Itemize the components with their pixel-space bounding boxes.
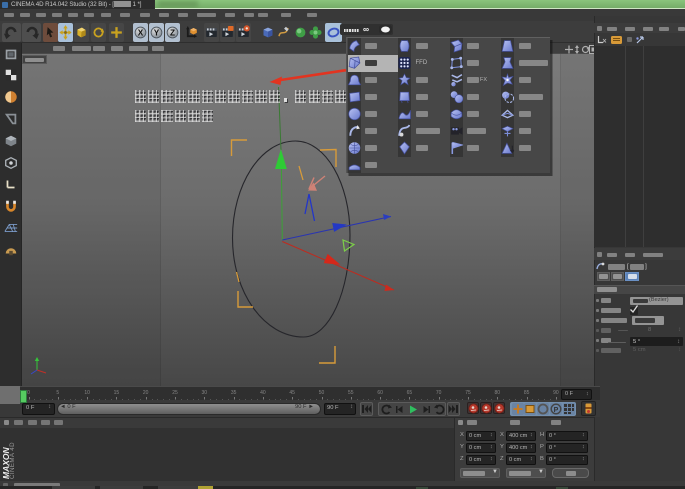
svg-text:Z: Z [169, 28, 174, 37]
svg-text:P: P [554, 407, 559, 414]
svg-text:Y: Y [153, 28, 159, 37]
svg-text:X: X [137, 28, 143, 37]
